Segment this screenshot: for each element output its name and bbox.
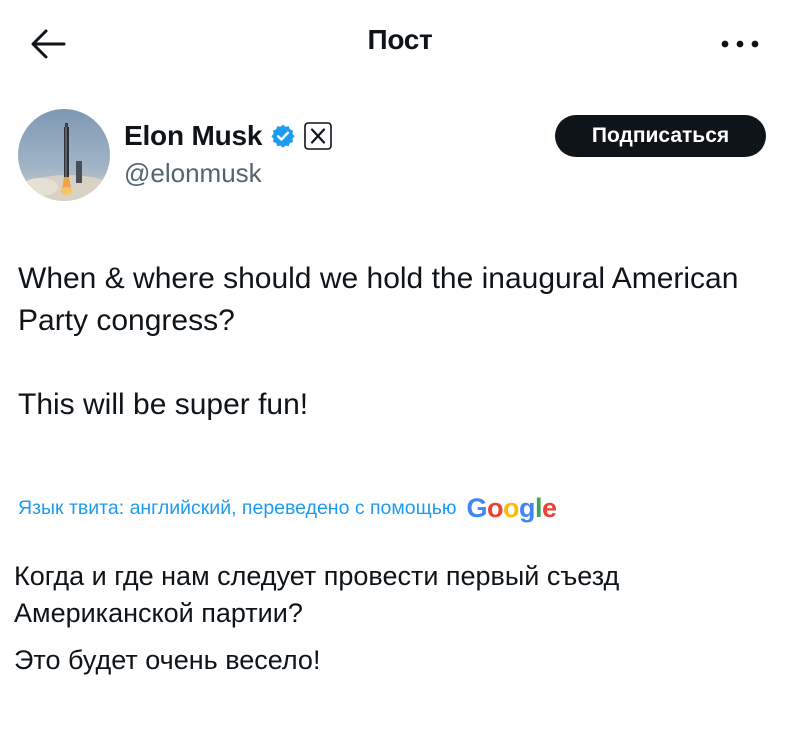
translated-text: Когда и где нам следует провести первый … (14, 558, 784, 679)
translated-paragraph: Когда и где нам следует провести первый … (14, 561, 620, 628)
translation-note[interactable]: Язык твита: английский, переведено с пом… (18, 493, 557, 524)
author-handle[interactable]: @elonmusk (124, 158, 262, 189)
author-name[interactable]: Elon Musk (124, 120, 262, 152)
verified-badge-icon (270, 123, 296, 149)
google-logo: Google (466, 493, 557, 523)
avatar[interactable] (18, 109, 110, 201)
tweet-text: When & where should we hold the inaugura… (18, 258, 778, 426)
translation-note-text: Язык твита: английский, переведено с пом… (18, 497, 457, 519)
more-button[interactable] (716, 26, 764, 62)
more-dots-icon (721, 40, 759, 48)
translated-paragraph: Это будет очень весело! (14, 645, 321, 675)
follow-button[interactable]: Подписаться (555, 115, 766, 157)
tweet-paragraph: When & where should we hold the inaugura… (18, 262, 739, 337)
author-name-row: Elon Musk (124, 118, 333, 154)
tweet-paragraph: This will be super fun! (18, 388, 309, 421)
avatar-image (18, 109, 110, 201)
page-title: Пост (367, 24, 433, 55)
x-logo-icon[interactable] (304, 122, 333, 150)
